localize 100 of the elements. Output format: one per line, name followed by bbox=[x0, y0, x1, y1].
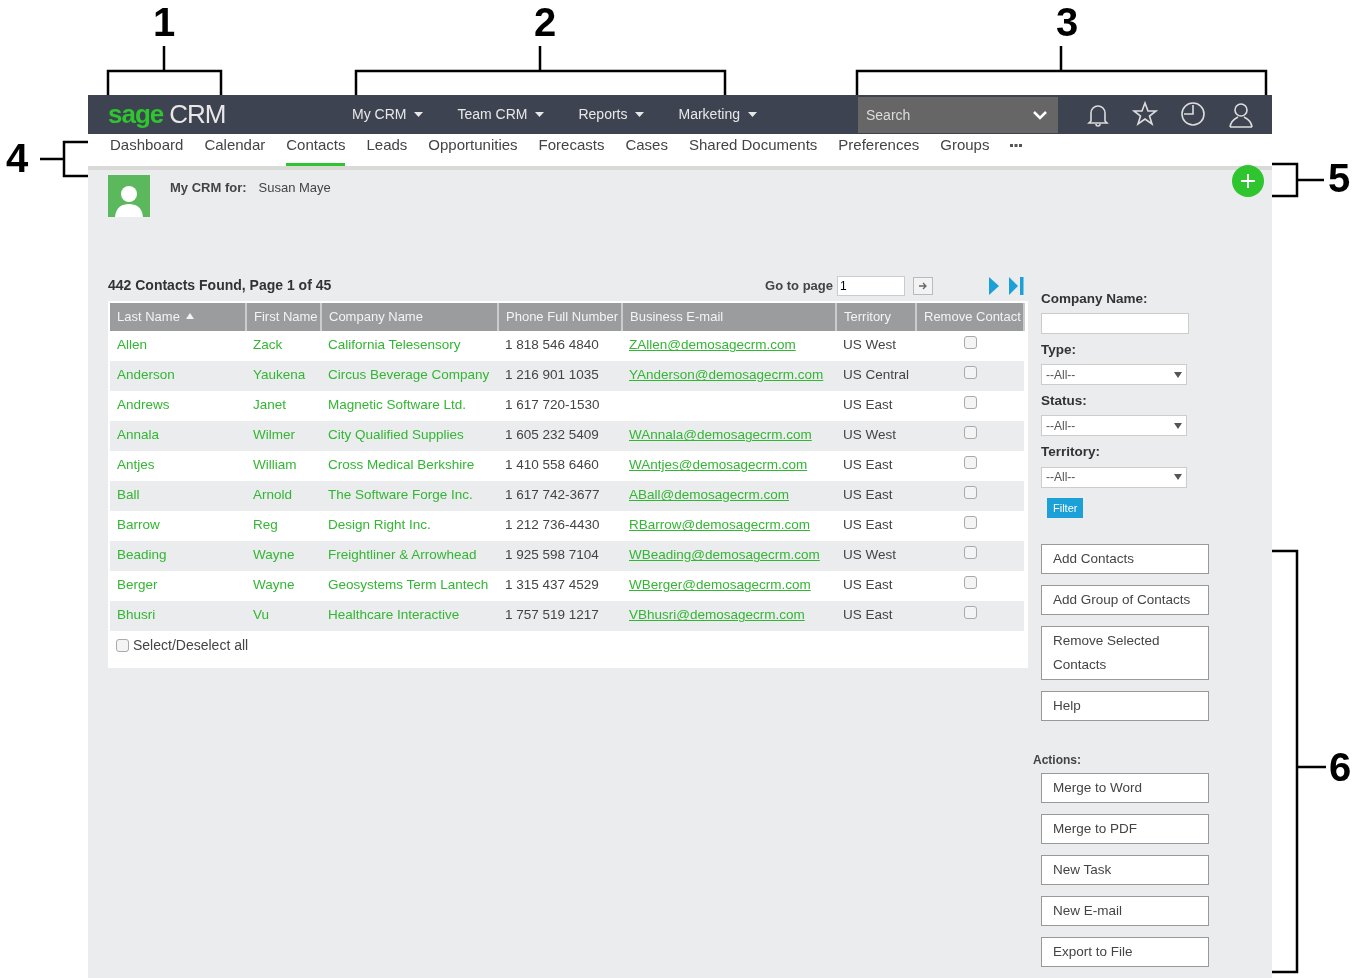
menu-item[interactable]: Reports bbox=[578, 104, 645, 125]
first-name-link[interactable]: Wayne bbox=[253, 577, 295, 593]
column-header[interactable]: First Name bbox=[246, 302, 321, 331]
nav-tab[interactable]: Contacts bbox=[286, 134, 346, 166]
user-icon[interactable] bbox=[1228, 100, 1254, 129]
first-name-link[interactable]: Reg bbox=[253, 517, 278, 533]
last-name-link[interactable]: Andrews bbox=[117, 397, 170, 413]
phone-number: 1 925 598 7104 bbox=[505, 547, 599, 563]
callout-number: 4 bbox=[6, 138, 29, 178]
more-icon[interactable] bbox=[1010, 143, 1023, 148]
checkbox[interactable] bbox=[963, 576, 977, 590]
callout-number: 3 bbox=[1056, 2, 1079, 42]
last-page-icon[interactable] bbox=[1008, 276, 1024, 295]
checkbox[interactable] bbox=[963, 606, 977, 620]
email-link[interactable]: RBarrow@demosagecrm.com bbox=[629, 517, 810, 533]
nav-tab[interactable]: Shared Documents bbox=[688, 134, 818, 166]
action-button[interactable]: Add Contacts bbox=[1041, 544, 1209, 574]
checkbox[interactable] bbox=[963, 396, 977, 410]
search-field[interactable]: Search bbox=[858, 96, 1058, 133]
results-summary: 442 Contacts Found, Page 1 of 45 bbox=[108, 276, 333, 295]
email-link[interactable]: ZAllen@demosagecrm.com bbox=[629, 337, 796, 353]
first-name-link[interactable]: William bbox=[253, 457, 297, 473]
last-name-link[interactable]: Allen bbox=[117, 337, 148, 353]
first-name-link[interactable]: Vu bbox=[253, 607, 269, 623]
last-name-link[interactable]: Bhusri bbox=[117, 607, 156, 623]
star-icon[interactable] bbox=[1132, 100, 1158, 127]
filter-button[interactable]: Filter bbox=[1047, 497, 1084, 518]
action-button[interactable]: New Task bbox=[1041, 855, 1209, 885]
filter-label: Status: bbox=[1041, 392, 1088, 410]
menu-item[interactable]: Marketing bbox=[678, 104, 757, 125]
territory-text: US East bbox=[843, 517, 893, 533]
company-link[interactable]: Design Right Inc. bbox=[328, 517, 431, 533]
phone-number: 1 757 519 1217 bbox=[505, 607, 599, 623]
checkbox[interactable] bbox=[963, 516, 977, 530]
nav-tab[interactable]: Preferences bbox=[838, 134, 920, 166]
phone-number: 1 818 546 4840 bbox=[505, 337, 599, 353]
email-link[interactable]: WBerger@demosagecrm.com bbox=[629, 577, 811, 593]
checkbox[interactable] bbox=[963, 486, 977, 500]
last-name-link[interactable]: Ball bbox=[117, 487, 140, 503]
column-header[interactable]: Phone Full Number bbox=[498, 302, 622, 331]
column-header[interactable]: Territory bbox=[836, 302, 916, 331]
action-button[interactable]: Add Group of Contacts bbox=[1041, 585, 1209, 615]
select-field[interactable]: --All-- bbox=[1041, 466, 1187, 488]
checkbox[interactable] bbox=[116, 638, 129, 652]
last-name-link[interactable]: Barrow bbox=[117, 517, 160, 533]
checkbox[interactable] bbox=[963, 426, 977, 440]
action-button[interactable]: New E-mail bbox=[1041, 896, 1209, 926]
company-link[interactable]: California Telesensory bbox=[328, 337, 461, 353]
territory-text: US East bbox=[843, 487, 893, 503]
nav-tab[interactable]: Dashboard bbox=[110, 134, 184, 166]
select-field[interactable]: --All-- bbox=[1041, 364, 1187, 385]
go-to-page-label: Go to page bbox=[765, 276, 833, 295]
action-button[interactable]: Merge to PDF bbox=[1041, 814, 1209, 844]
action-button[interactable]: Remove Selected Contacts bbox=[1041, 626, 1209, 680]
phone-number: 1 617 720-1530 bbox=[505, 397, 600, 413]
territory-text: US East bbox=[843, 577, 893, 593]
caret-icon bbox=[535, 111, 545, 118]
column-header[interactable]: Last Name bbox=[110, 302, 246, 331]
filter-label: Type: bbox=[1041, 340, 1077, 359]
nav-tab[interactable]: Opportunities bbox=[428, 134, 518, 166]
territory-text: US West bbox=[843, 337, 896, 353]
email-link[interactable]: WAntjes@demosagecrm.com bbox=[629, 457, 808, 473]
last-name-link[interactable]: Beading bbox=[117, 547, 167, 563]
text-field[interactable] bbox=[1041, 312, 1189, 334]
nav-tab[interactable]: Forecasts bbox=[538, 134, 605, 166]
clock-icon[interactable] bbox=[1180, 100, 1206, 127]
filter-label: Territory: bbox=[1041, 443, 1101, 462]
action-button[interactable]: Merge to Word bbox=[1041, 773, 1209, 803]
company-link[interactable]: Magnetic Software Ltd. bbox=[328, 397, 467, 413]
territory-text: US West bbox=[843, 427, 896, 443]
first-name-link[interactable]: Janet bbox=[253, 397, 287, 413]
company-link[interactable]: Cross Medical Berkshire bbox=[328, 457, 475, 473]
first-name-link[interactable]: Zack bbox=[253, 337, 283, 353]
actions-label: Actions: bbox=[1033, 752, 1082, 769]
company-link[interactable]: Geosystems Term Lantech bbox=[328, 577, 489, 593]
next-page-icon[interactable] bbox=[988, 276, 1000, 295]
callout-number: 2 bbox=[534, 2, 557, 42]
last-name-link[interactable]: Berger bbox=[117, 577, 158, 593]
last-name-link[interactable]: Annala bbox=[117, 427, 160, 443]
select-field[interactable]: --All-- bbox=[1041, 415, 1187, 437]
nav-tab[interactable]: Cases bbox=[625, 134, 668, 166]
column-header[interactable]: Remove Contact bbox=[916, 302, 1024, 331]
checkbox[interactable] bbox=[963, 336, 977, 350]
action-button[interactable]: Export to File bbox=[1041, 937, 1209, 967]
nav-tab[interactable]: Groups bbox=[940, 134, 990, 166]
column-header[interactable]: Business E-mail bbox=[622, 302, 836, 331]
action-button[interactable]: Help bbox=[1041, 691, 1209, 721]
page-input[interactable]: 1 bbox=[837, 275, 905, 296]
nav-tab[interactable]: Calendar bbox=[204, 134, 266, 166]
menu-item[interactable]: My CRM bbox=[352, 104, 424, 125]
arrow-right-icon bbox=[918, 281, 928, 290]
checkbox[interactable] bbox=[963, 456, 977, 470]
menu-item[interactable]: Team CRM bbox=[457, 104, 545, 125]
checkbox[interactable] bbox=[963, 546, 977, 560]
nav-tab[interactable]: Leads bbox=[366, 134, 408, 166]
last-name-link[interactable]: Antjes bbox=[117, 457, 155, 473]
add-button[interactable] bbox=[1232, 165, 1264, 197]
go-button[interactable] bbox=[913, 276, 933, 295]
checkbox[interactable] bbox=[963, 366, 977, 380]
column-header[interactable]: Company Name bbox=[321, 302, 498, 331]
